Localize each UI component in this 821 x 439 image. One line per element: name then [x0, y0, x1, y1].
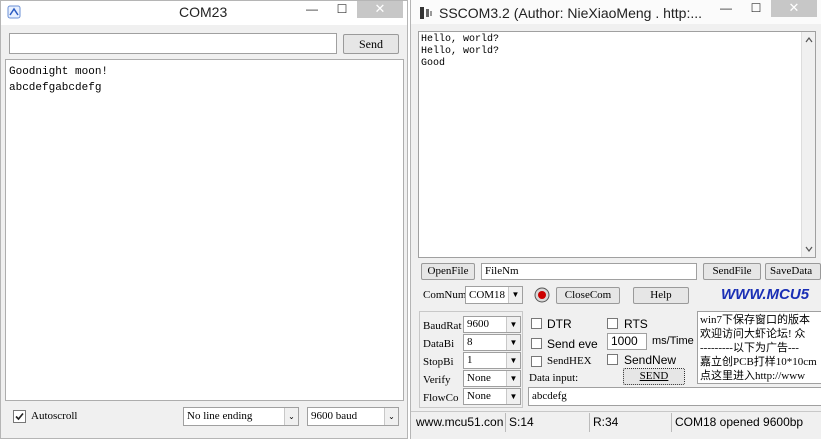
baud-rate-value: 9600 baud [311, 410, 358, 422]
ad-line-1: win7下保存窗口的版本 [700, 314, 810, 326]
record-indicator-icon [534, 287, 550, 303]
save-data-button[interactable]: SaveData [765, 263, 821, 280]
send-input[interactable] [9, 33, 337, 54]
status-sent-count: S:14 [505, 413, 587, 432]
verify-value: None [467, 372, 491, 384]
data-input-field[interactable]: abcdefg [528, 387, 821, 406]
minimize-button[interactable]: — [711, 0, 741, 17]
ad-line-2: 欢迎访问大虾论坛! 众 [700, 328, 806, 340]
send-every-checkbox[interactable] [531, 338, 542, 349]
output-line-1: Goodnight moon! [9, 66, 109, 78]
status-received-count: R:34 [589, 413, 671, 432]
ad-line-5: 点这里进入http://www [700, 370, 806, 382]
baud-rate-select[interactable]: 9600 ▼ [463, 316, 521, 333]
verify-select[interactable]: None ▼ [463, 370, 521, 387]
receive-scrollbar[interactable] [801, 32, 815, 257]
send-new-label: SendNew [624, 353, 677, 367]
sscom-window: SSCOM3.2 (Author: NieXiaoMeng . http:...… [410, 0, 821, 439]
com-num-value: COM18 [469, 289, 506, 301]
rts-label: RTS [624, 317, 648, 331]
window-title: COM23 [179, 4, 228, 20]
close-button[interactable]: ✕ [357, 1, 403, 18]
maximize-button[interactable]: ☐ [741, 0, 771, 17]
receive-area[interactable]: Hello, world? Hello, world? Good [418, 31, 816, 258]
ad-panel[interactable]: win7下保存窗口的版本 欢迎访问大虾论坛! 众 ---------以下为广告-… [697, 311, 821, 384]
sscom-titlebar[interactable]: SSCOM3.2 (Author: NieXiaoMeng . http:...… [411, 0, 821, 24]
close-button[interactable]: ✕ [771, 0, 817, 17]
chevron-down-icon: ⌄ [284, 408, 298, 425]
send-button-label: SEND [639, 370, 669, 382]
status-site: www.mcu51.con [416, 415, 504, 429]
status-port-info: COM18 opened 9600bp [671, 413, 821, 432]
autoscroll-checkbox[interactable] [13, 410, 26, 423]
send-new-checkbox[interactable] [607, 354, 618, 365]
data-input-label: Data input: [529, 372, 579, 384]
close-com-button[interactable]: CloseCom [556, 287, 620, 304]
baud-rate-select[interactable]: 9600 baud ⌄ [307, 407, 399, 426]
checkmark-icon [15, 412, 24, 421]
serial-output-area[interactable]: Goodnight moon! abcdefgabcdefg [5, 59, 404, 401]
send-hex-checkbox[interactable] [531, 356, 542, 367]
chevron-down-icon: ▼ [506, 317, 520, 332]
serial-monitor-titlebar[interactable]: COM23 — ☐ ✕ [1, 1, 407, 25]
status-bar: www.mcu51.con S:14 R:34 COM18 opened 960… [411, 411, 821, 433]
chevron-down-icon: ▼ [506, 353, 520, 368]
output-line-2: abcdefgabcdefg [9, 82, 102, 94]
app-icon [420, 7, 432, 19]
flow-control-label: FlowCo [423, 392, 459, 404]
chevron-down-icon: ▼ [506, 389, 520, 404]
receive-line-1: Hello, world? [421, 34, 500, 45]
app-icon [7, 5, 21, 19]
data-bits-value: 8 [467, 336, 473, 348]
data-bits-label: DataBi [423, 338, 455, 350]
autoscroll-label: Autoscroll [31, 410, 78, 422]
flow-control-value: None [467, 390, 491, 402]
help-button[interactable]: Help [633, 287, 689, 304]
dtr-checkbox[interactable] [531, 318, 542, 329]
line-ending-value: No line ending [187, 410, 253, 422]
serial-monitor-window: COM23 — ☐ ✕ Send Goodnight moon! abcdefg… [0, 0, 408, 439]
chevron-down-icon: ▼ [506, 371, 520, 386]
data-bits-select[interactable]: 8 ▼ [463, 334, 521, 351]
maximize-button[interactable]: ☐ [327, 1, 357, 18]
send-button[interactable]: Send [343, 34, 399, 54]
ad-line-4: 嘉立创PCB打样10*10cm [700, 356, 817, 368]
send-hex-label: SendHEX [547, 355, 592, 367]
file-name-input[interactable]: FileNm [481, 263, 697, 280]
chevron-down-icon: ▼ [506, 335, 520, 350]
verify-label: Verify [423, 374, 451, 386]
send-button[interactable]: SEND [623, 368, 685, 385]
com-num-label: ComNum [423, 289, 467, 301]
baud-rate-label: BaudRat [423, 320, 462, 332]
receive-line-3: Good [421, 58, 446, 69]
scroll-up-icon[interactable] [802, 34, 816, 46]
com-num-select[interactable]: COM18 ▼ [465, 286, 523, 304]
line-ending-select[interactable]: No line ending ⌄ [183, 407, 299, 426]
flow-control-select[interactable]: None ▼ [463, 388, 521, 405]
chevron-down-icon: ▼ [508, 287, 522, 303]
rts-checkbox[interactable] [607, 318, 618, 329]
stop-bits-label: StopBi [423, 356, 454, 368]
scroll-down-icon[interactable] [802, 243, 816, 255]
ad-line-3: ---------以下为广告--- [700, 342, 799, 354]
send-every-label: Send eve [547, 337, 598, 351]
send-every-input[interactable]: 1000 [607, 333, 647, 350]
baud-rate-value: 9600 [467, 318, 489, 330]
receive-line-2: Hello, world? [421, 46, 500, 57]
stop-bits-select[interactable]: 1 ▼ [463, 352, 521, 369]
window-title: SSCOM3.2 (Author: NieXiaoMeng . http:... [439, 5, 703, 21]
send-every-unit: ms/Time [652, 335, 694, 347]
brand-banner[interactable]: WWW.MCU5 [721, 286, 821, 303]
chevron-down-icon: ⌄ [384, 408, 398, 425]
send-file-button[interactable]: SendFile [703, 263, 761, 280]
dtr-label: DTR [547, 317, 572, 331]
open-file-button[interactable]: OpenFile [421, 263, 475, 280]
stop-bits-value: 1 [467, 354, 473, 366]
minimize-button[interactable]: — [297, 1, 327, 18]
